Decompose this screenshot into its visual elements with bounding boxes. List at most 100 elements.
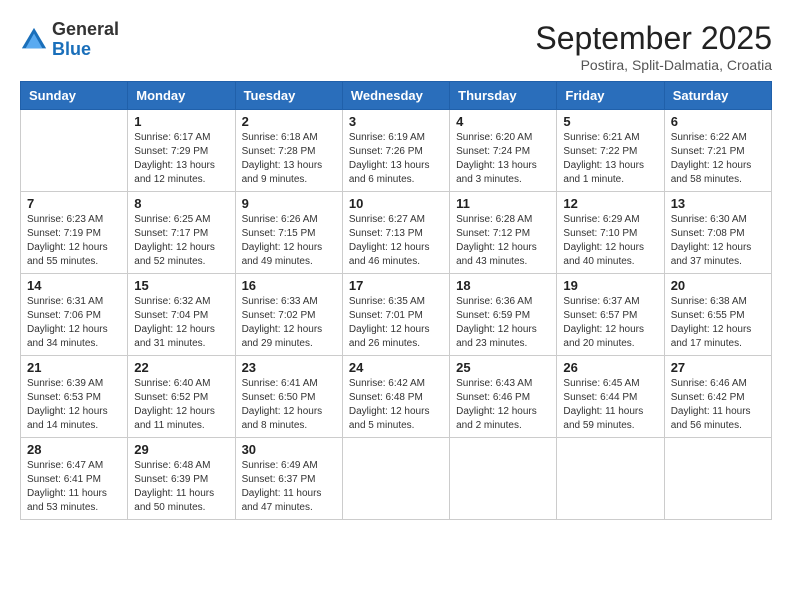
calendar-cell: 12 Sunrise: 6:29 AM Sunset: 7:10 PM Dayli…	[557, 192, 664, 274]
day-number: 8	[134, 196, 228, 211]
day-number: 24	[349, 360, 443, 375]
day-number: 9	[242, 196, 336, 211]
day-info: Sunrise: 6:31 AM Sunset: 7:06 PM Dayligh…	[27, 295, 121, 351]
day-number: 22	[134, 360, 228, 375]
day-number: 21	[27, 360, 121, 375]
calendar-cell: 6 Sunrise: 6:22 AM Sunset: 7:21 PM Daylig…	[664, 110, 771, 192]
day-number: 5	[563, 114, 657, 129]
calendar-cell: 16Sunrise: 6:33 AM Sunset: 7:02 PM Dayli…	[235, 274, 342, 356]
calendar-cell: 7Sunrise: 6:23 AM Sunset: 7:19 PM Daylig…	[21, 192, 128, 274]
calendar-cell: 17Sunrise: 6:35 AM Sunset: 7:01 PM Dayli…	[342, 274, 449, 356]
calendar-cell: 20 Sunrise: 6:38 AM Sunset: 6:55 PM Dayli…	[664, 274, 771, 356]
calendar-cell: 3 Sunrise: 6:19 AM Sunset: 7:26 PM Daylig…	[342, 110, 449, 192]
day-info: Sunrise: 6:25 AM Sunset: 7:17 PM Dayligh…	[134, 213, 228, 269]
calendar-cell	[450, 438, 557, 520]
day-number: 13	[671, 196, 765, 211]
calendar-cell: 15 Sunrise: 6:32 AM Sunset: 7:04 PM Dayli…	[128, 274, 235, 356]
logo-text: General Blue	[52, 20, 119, 60]
day-info: Sunrise: 6:45 AM Sunset: 6:44 PM Dayligh…	[563, 377, 657, 433]
day-number: 29	[134, 442, 228, 457]
calendar-cell: 4 Sunrise: 6:20 AM Sunset: 7:24 PM Daylig…	[450, 110, 557, 192]
calendar-cell: 19 Sunrise: 6:37 AM Sunset: 6:57 PM Dayli…	[557, 274, 664, 356]
calendar-cell: 29 Sunrise: 6:48 AM Sunset: 6:39 PM Dayli…	[128, 438, 235, 520]
calendar-header-row: SundayMondayTuesdayWednesdayThursdayFrid…	[21, 82, 772, 110]
day-info: Sunrise: 6:43 AM Sunset: 6:46 PM Dayligh…	[456, 377, 550, 433]
calendar-cell: 23 Sunrise: 6:41 AM Sunset: 6:50 PM Dayli…	[235, 356, 342, 438]
calendar-cell: 10 Sunrise: 6:27 AM Sunset: 7:13 PM Dayli…	[342, 192, 449, 274]
weekday-header-monday: Monday	[128, 82, 235, 110]
day-info: Sunrise: 6:38 AM Sunset: 6:55 PM Dayligh…	[671, 295, 765, 351]
day-info: Sunrise: 6:17 AM Sunset: 7:29 PM Dayligh…	[134, 131, 228, 187]
day-info: Sunrise: 6:27 AM Sunset: 7:13 PM Dayligh…	[349, 213, 443, 269]
day-number: 2	[242, 114, 336, 129]
calendar-cell: 28Sunrise: 6:47 AM Sunset: 6:41 PM Dayli…	[21, 438, 128, 520]
day-number: 4	[456, 114, 550, 129]
weekday-header-tuesday: Tuesday	[235, 82, 342, 110]
calendar-cell: 8 Sunrise: 6:25 AM Sunset: 7:17 PM Daylig…	[128, 192, 235, 274]
calendar-cell: 13 Sunrise: 6:30 AM Sunset: 7:08 PM Dayli…	[664, 192, 771, 274]
day-number: 30	[242, 442, 336, 457]
day-info: Sunrise: 6:26 AM Sunset: 7:15 PM Dayligh…	[242, 213, 336, 269]
logo-icon	[20, 26, 48, 54]
day-number: 25	[456, 360, 550, 375]
day-info: Sunrise: 6:46 AM Sunset: 6:42 PM Dayligh…	[671, 377, 765, 433]
calendar-cell	[664, 438, 771, 520]
day-number: 15	[134, 278, 228, 293]
day-number: 20	[671, 278, 765, 293]
day-number: 18	[456, 278, 550, 293]
day-info: Sunrise: 6:21 AM Sunset: 7:22 PM Dayligh…	[563, 131, 657, 187]
calendar-cell: 2 Sunrise: 6:18 AM Sunset: 7:28 PM Daylig…	[235, 110, 342, 192]
day-number: 27	[671, 360, 765, 375]
calendar-cell: 11Sunrise: 6:28 AM Sunset: 7:12 PM Dayli…	[450, 192, 557, 274]
calendar-cell: 18 Sunrise: 6:36 AM Sunset: 6:59 PM Dayli…	[450, 274, 557, 356]
day-number: 23	[242, 360, 336, 375]
day-number: 6	[671, 114, 765, 129]
day-info: Sunrise: 6:48 AM Sunset: 6:39 PM Dayligh…	[134, 459, 228, 515]
calendar-cell: 22 Sunrise: 6:40 AM Sunset: 6:52 PM Dayli…	[128, 356, 235, 438]
day-number: 10	[349, 196, 443, 211]
page-header: General Blue September 2025 Postira, Spl…	[20, 20, 772, 73]
calendar-cell: 14 Sunrise: 6:31 AM Sunset: 7:06 PM Dayli…	[21, 274, 128, 356]
day-info: Sunrise: 6:36 AM Sunset: 6:59 PM Dayligh…	[456, 295, 550, 351]
day-info: Sunrise: 6:18 AM Sunset: 7:28 PM Dayligh…	[242, 131, 336, 187]
day-info: Sunrise: 6:39 AM Sunset: 6:53 PM Dayligh…	[27, 377, 121, 433]
day-info: Sunrise: 6:19 AM Sunset: 7:26 PM Dayligh…	[349, 131, 443, 187]
day-info: Sunrise: 6:28 AM Sunset: 7:12 PM Dayligh…	[456, 213, 550, 269]
week-row-2: 7Sunrise: 6:23 AM Sunset: 7:19 PM Daylig…	[21, 192, 772, 274]
day-number: 28	[27, 442, 121, 457]
day-info: Sunrise: 6:29 AM Sunset: 7:10 PM Dayligh…	[563, 213, 657, 269]
calendar-cell: 30Sunrise: 6:49 AM Sunset: 6:37 PM Dayli…	[235, 438, 342, 520]
day-info: Sunrise: 6:22 AM Sunset: 7:21 PM Dayligh…	[671, 131, 765, 187]
day-info: Sunrise: 6:32 AM Sunset: 7:04 PM Dayligh…	[134, 295, 228, 351]
calendar-cell: 26 Sunrise: 6:45 AM Sunset: 6:44 PM Dayli…	[557, 356, 664, 438]
weekday-header-thursday: Thursday	[450, 82, 557, 110]
calendar-cell: 1Sunrise: 6:17 AM Sunset: 7:29 PM Daylig…	[128, 110, 235, 192]
day-info: Sunrise: 6:41 AM Sunset: 6:50 PM Dayligh…	[242, 377, 336, 433]
day-info: Sunrise: 6:40 AM Sunset: 6:52 PM Dayligh…	[134, 377, 228, 433]
weekday-header-sunday: Sunday	[21, 82, 128, 110]
day-info: Sunrise: 6:30 AM Sunset: 7:08 PM Dayligh…	[671, 213, 765, 269]
logo: General Blue	[20, 20, 119, 60]
title-block: September 2025 Postira, Split-Dalmatia, …	[535, 20, 772, 73]
calendar-cell: 25 Sunrise: 6:43 AM Sunset: 6:46 PM Dayli…	[450, 356, 557, 438]
calendar-table: SundayMondayTuesdayWednesdayThursdayFrid…	[20, 81, 772, 520]
calendar-cell: 27 Sunrise: 6:46 AM Sunset: 6:42 PM Dayli…	[664, 356, 771, 438]
week-row-1: 1Sunrise: 6:17 AM Sunset: 7:29 PM Daylig…	[21, 110, 772, 192]
day-info: Sunrise: 6:37 AM Sunset: 6:57 PM Dayligh…	[563, 295, 657, 351]
day-number: 14	[27, 278, 121, 293]
location-subtitle: Postira, Split-Dalmatia, Croatia	[535, 57, 772, 73]
weekday-header-wednesday: Wednesday	[342, 82, 449, 110]
day-number: 26	[563, 360, 657, 375]
day-number: 19	[563, 278, 657, 293]
day-info: Sunrise: 6:23 AM Sunset: 7:19 PM Dayligh…	[27, 213, 121, 269]
week-row-5: 28Sunrise: 6:47 AM Sunset: 6:41 PM Dayli…	[21, 438, 772, 520]
day-number: 12	[563, 196, 657, 211]
day-info: Sunrise: 6:33 AM Sunset: 7:02 PM Dayligh…	[242, 295, 336, 351]
day-number: 17	[349, 278, 443, 293]
week-row-3: 14 Sunrise: 6:31 AM Sunset: 7:06 PM Dayli…	[21, 274, 772, 356]
day-info: Sunrise: 6:20 AM Sunset: 7:24 PM Dayligh…	[456, 131, 550, 187]
weekday-header-saturday: Saturday	[664, 82, 771, 110]
day-number: 3	[349, 114, 443, 129]
calendar-cell	[342, 438, 449, 520]
calendar-cell: 24Sunrise: 6:42 AM Sunset: 6:48 PM Dayli…	[342, 356, 449, 438]
